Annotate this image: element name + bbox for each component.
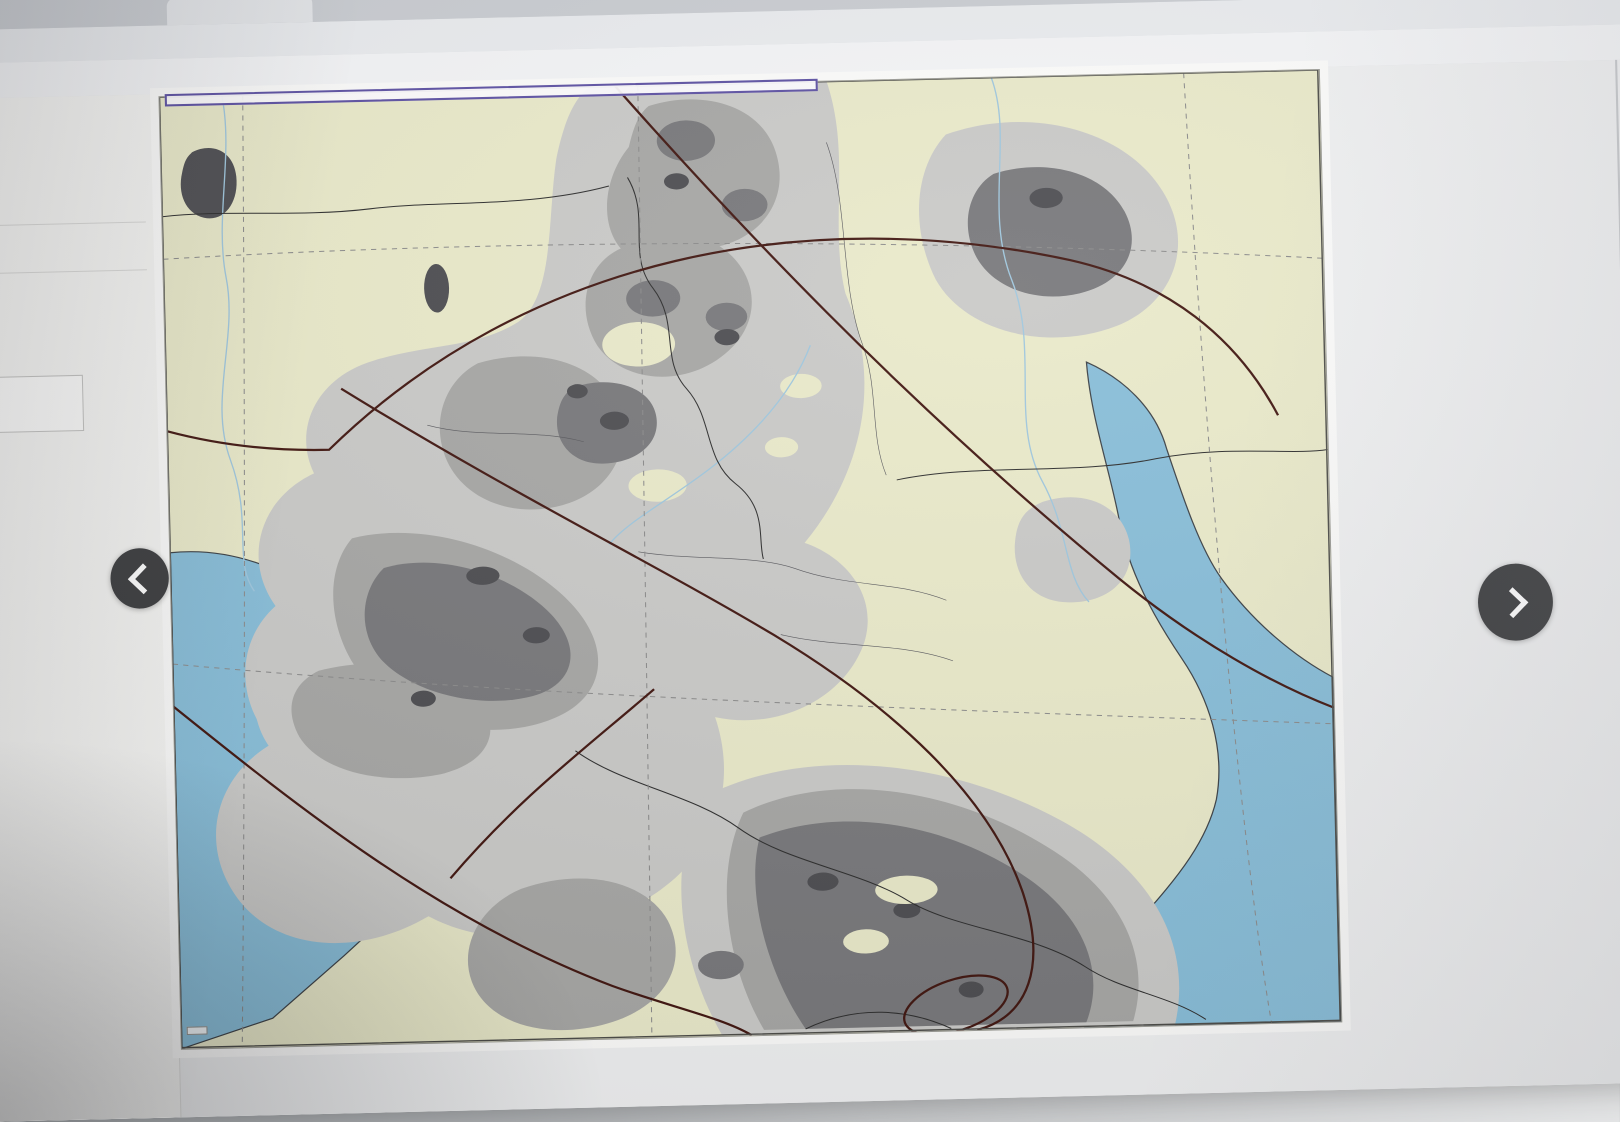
model-info-label [186,1026,208,1036]
sidebar-divider [0,269,147,275]
map-canvas [159,70,1342,1049]
page-content [0,59,1620,1122]
monitor-screen [0,0,1620,1122]
chevron-left-icon [127,562,159,594]
weather-map[interactable] [158,68,1343,1050]
chevron-right-icon [1496,586,1528,618]
sidebar-divider [0,221,146,227]
select-region-button[interactable] [0,374,85,435]
map-legend [1286,59,1620,1090]
sidebar [0,94,182,1122]
